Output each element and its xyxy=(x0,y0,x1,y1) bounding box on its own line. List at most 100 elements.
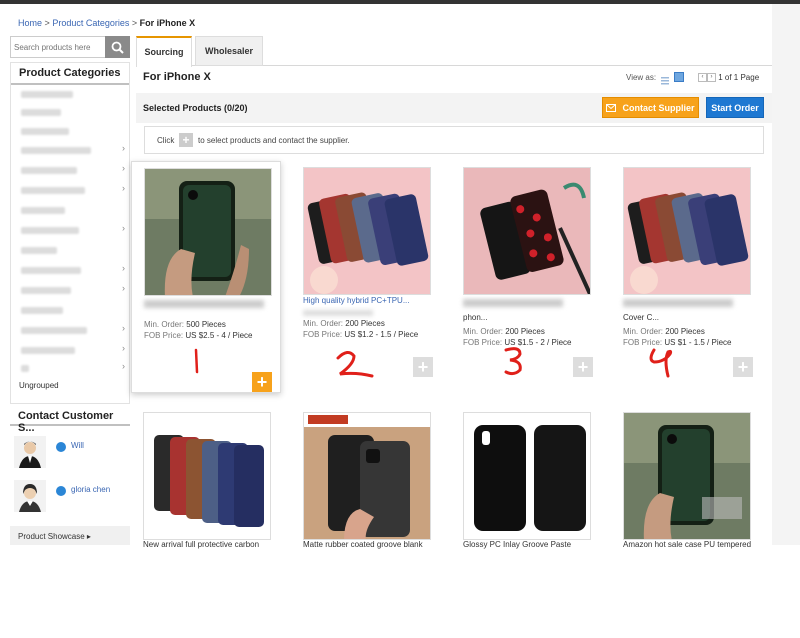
category-item[interactable]: › xyxy=(17,361,125,373)
selected-count: Selected Products (0/20) xyxy=(143,103,248,113)
product-title[interactable]: Cover C... xyxy=(623,313,751,322)
avatar xyxy=(14,480,46,512)
product-card[interactable]: Cover C... Min. Order: 200 Pieces FOB Pr… xyxy=(611,161,761,387)
chevron-right-icon: › xyxy=(122,343,125,353)
search-input[interactable] xyxy=(11,37,107,57)
min-order: Min. Order: 200 Pieces xyxy=(463,327,545,336)
category-item[interactable]: › xyxy=(17,283,125,295)
category-item[interactable] xyxy=(17,89,125,99)
blurred-title xyxy=(303,310,373,316)
category-item[interactable] xyxy=(17,126,125,136)
category-sidebar: Product Categories › › › › › › › › › Ung… xyxy=(10,62,130,404)
annotation-number-2 xyxy=(336,351,374,378)
plus-icon: + xyxy=(179,133,193,147)
prev-page-button[interactable]: ‹ xyxy=(698,73,707,83)
page-margin xyxy=(772,4,800,545)
sidebar-title: Product Categories xyxy=(11,63,129,85)
selection-hint: Click + to select products and contact t… xyxy=(144,126,764,154)
contact-supplier-button[interactable]: Contact Supplier xyxy=(602,97,699,118)
tab-sourcing[interactable]: Sourcing xyxy=(136,36,192,67)
product-image[interactable] xyxy=(303,412,431,540)
category-item[interactable]: › xyxy=(17,263,125,275)
contact-supplier-label: Contact Supplier xyxy=(622,102,695,113)
product-card[interactable]: phon... Min. Order: 200 Pieces FOB Price… xyxy=(451,161,601,387)
breadcrumb-separator: > xyxy=(44,18,50,28)
contact-panel: Contact Customer S... Will gloria chen xyxy=(10,406,130,526)
product-image[interactable] xyxy=(463,412,591,540)
product-image[interactable] xyxy=(144,168,272,296)
tab-wholesaler[interactable]: Wholesaler xyxy=(195,36,263,66)
tab-bar: Sourcing Wholesaler xyxy=(136,36,772,67)
chevron-right-icon: › xyxy=(122,183,125,193)
pager: ‹ › 1 of 1 Page xyxy=(698,73,759,83)
breadcrumb-current: For iPhone X xyxy=(139,18,196,28)
product-card[interactable]: Amazon hot sale case PU tempered xyxy=(611,412,761,638)
breadcrumb-categories[interactable]: Product Categories xyxy=(52,18,129,28)
product-showcase-link[interactable]: Product Showcase ▸ xyxy=(10,526,130,545)
breadcrumb-separator: > xyxy=(131,18,138,28)
add-product-button[interactable]: + xyxy=(252,372,272,392)
min-order: Min. Order: 500 Pieces xyxy=(144,320,226,329)
chevron-right-icon: › xyxy=(122,163,125,173)
category-item[interactable]: › xyxy=(17,163,125,175)
category-item[interactable] xyxy=(17,305,125,315)
annotation-number-4 xyxy=(649,348,673,378)
contact-name[interactable]: gloria chen xyxy=(71,485,110,494)
product-title[interactable]: High quality hybrid PC+TPU... xyxy=(303,296,431,305)
category-item[interactable] xyxy=(17,107,125,117)
chat-icon[interactable] xyxy=(56,442,66,452)
chevron-right-icon: › xyxy=(122,283,125,293)
envelope-icon xyxy=(606,103,617,112)
product-card[interactable]: Matte rubber coated groove blank xyxy=(291,412,441,638)
add-product-button[interactable]: + xyxy=(413,357,433,377)
start-order-button[interactable]: Start Order xyxy=(706,97,764,118)
product-image[interactable] xyxy=(623,167,751,295)
list-view-icon[interactable] xyxy=(660,72,670,85)
category-item[interactable]: › xyxy=(17,323,125,335)
category-item[interactable] xyxy=(17,245,125,255)
blurred-title xyxy=(623,299,733,307)
category-item[interactable] xyxy=(17,205,125,215)
add-product-button[interactable]: + xyxy=(733,357,753,377)
category-item[interactable]: › xyxy=(17,143,125,155)
add-product-button[interactable]: + xyxy=(573,357,593,377)
product-image[interactable] xyxy=(463,167,591,295)
product-card[interactable]: Glossy PC Inlay Groove Paste xyxy=(451,412,601,638)
contact-person[interactable]: Will xyxy=(14,436,124,472)
blurred-title xyxy=(144,300,264,308)
hint-click-text: Click xyxy=(157,136,175,145)
chevron-right-icon: › xyxy=(122,223,125,233)
hint-text: to select products and contact the suppl… xyxy=(198,136,350,145)
selection-bar: Selected Products (0/20) Contact Supplie… xyxy=(136,93,772,123)
breadcrumb-home[interactable]: Home xyxy=(18,18,42,28)
search-box xyxy=(10,36,130,58)
search-button[interactable] xyxy=(105,36,130,58)
category-item[interactable]: › xyxy=(17,223,125,235)
category-item[interactable]: › xyxy=(17,183,125,195)
contact-name[interactable]: Will xyxy=(71,441,84,450)
product-image[interactable] xyxy=(623,412,751,540)
chevron-right-icon: › xyxy=(122,323,125,333)
chat-icon[interactable] xyxy=(56,486,66,496)
min-order: Min. Order: 200 Pieces xyxy=(623,327,705,336)
category-ungrouped[interactable]: Ungrouped xyxy=(19,381,59,390)
product-title[interactable]: phon... xyxy=(463,313,591,322)
product-card[interactable]: Min. Order: 500 Pieces FOB Price: US $2.… xyxy=(131,161,281,393)
fob-price: FOB Price: US $1.2 - 1.5 / Piece xyxy=(303,330,419,339)
page-title: For iPhone X xyxy=(143,71,211,83)
product-image[interactable] xyxy=(143,412,271,540)
fob-price: FOB Price: US $2.5 - 4 / Piece xyxy=(144,331,253,340)
grid-view-icon[interactable] xyxy=(674,72,684,82)
chevron-right-icon: › xyxy=(122,263,125,273)
next-page-button[interactable]: › xyxy=(707,73,716,83)
category-item[interactable]: › xyxy=(17,343,125,355)
min-order: Min. Order: 200 Pieces xyxy=(303,319,385,328)
chevron-right-icon: › xyxy=(122,361,125,371)
annotation-number-1 xyxy=(194,348,199,374)
breadcrumb: Home > Product Categories > For iPhone X xyxy=(18,18,195,28)
contact-person[interactable]: gloria chen xyxy=(14,480,124,516)
search-icon xyxy=(111,41,124,54)
avatar xyxy=(14,436,46,468)
product-card[interactable]: New arrival full protective carbon xyxy=(131,412,281,638)
product-image[interactable] xyxy=(303,167,431,295)
